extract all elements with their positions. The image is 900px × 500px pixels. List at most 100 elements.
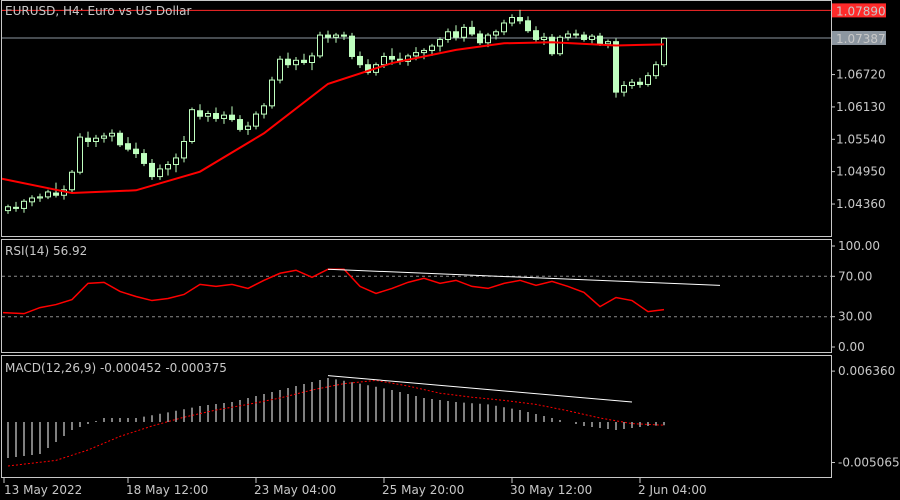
candle — [317, 31, 323, 59]
candle — [533, 26, 539, 42]
candle-body-up — [653, 64, 659, 77]
candle — [45, 189, 51, 200]
candle — [181, 136, 187, 163]
candle-body-up — [221, 114, 227, 119]
moving-average-line — [1, 41, 665, 195]
candle-body-up — [157, 168, 163, 178]
candle — [77, 133, 83, 175]
candle-body-down — [141, 153, 147, 164]
candle-body-up — [5, 206, 11, 212]
price-tick-label: 1.04360 — [836, 197, 886, 211]
candle — [69, 170, 75, 192]
candle — [325, 30, 331, 43]
candle — [85, 131, 91, 147]
candle-body-down — [349, 35, 355, 57]
candle-body-down — [477, 33, 483, 44]
time-tick-label: 25 May 20:00 — [382, 483, 464, 497]
candle-body-up — [309, 55, 315, 64]
price-tick-label: 1.05540 — [836, 132, 886, 146]
rsi-tick-label: 100.00 — [838, 239, 880, 253]
candle — [309, 52, 315, 71]
rsi-title: RSI(14) 56.92 — [5, 244, 87, 258]
time-tick-label: 13 May 2022 — [4, 483, 82, 497]
candle — [605, 39, 611, 49]
candle-body-down — [469, 26, 475, 35]
candle-body-down — [525, 20, 531, 32]
rsi-levels — [2, 275, 831, 318]
candle-body-down — [637, 81, 643, 85]
candle-body-down — [357, 55, 363, 66]
candle — [93, 134, 99, 147]
candle-body-up — [205, 113, 211, 117]
candle-body-up — [29, 197, 35, 203]
time-axis: 13 May 2022 18 May 12:00 23 May 04:00 25 Ma… — [3, 478, 707, 497]
candle — [661, 37, 667, 67]
candle — [109, 129, 115, 142]
candle — [613, 38, 619, 98]
candle — [629, 78, 635, 89]
candle-body-up — [557, 36, 563, 55]
candle — [621, 81, 627, 97]
candle — [213, 107, 219, 122]
candle — [509, 14, 515, 27]
time-tick-label: 30 May 12:00 — [510, 483, 592, 497]
candle-body-down — [125, 143, 131, 150]
candle-body-up — [77, 136, 83, 173]
candle-body-up — [541, 36, 547, 40]
candle-body-up — [445, 31, 451, 40]
candle — [525, 16, 531, 33]
candle — [125, 137, 131, 152]
candle-body-down — [85, 137, 91, 142]
candle — [437, 37, 443, 52]
candle-body-down — [13, 206, 19, 209]
candle — [5, 204, 11, 214]
candle — [165, 161, 171, 176]
price-tick-label: 1.06130 — [836, 100, 886, 114]
candle — [589, 33, 595, 44]
candle — [397, 52, 403, 65]
candle-body-down — [613, 41, 619, 93]
candle-body-down — [213, 113, 219, 119]
candle — [581, 31, 587, 42]
candle-body-up — [461, 26, 467, 38]
candle — [205, 110, 211, 122]
candle-body-up — [21, 200, 27, 209]
candle-body-down — [133, 148, 139, 155]
candle — [133, 142, 139, 158]
candle-body-down — [517, 17, 523, 22]
candle-body-up — [493, 31, 499, 36]
candle-body-down — [453, 31, 459, 38]
trading-chart[interactable]: 1.07890 1.07387 1.06720 1.06130 1.05540 1.049… — [0, 0, 900, 500]
candle — [477, 30, 483, 45]
candle-body-down — [301, 59, 307, 63]
candle — [293, 57, 299, 71]
macd-tick-label: 0.006360 — [838, 364, 895, 378]
candle — [445, 28, 451, 43]
candle-body-up — [101, 135, 107, 139]
candle-body-up — [261, 105, 267, 115]
candle — [157, 164, 163, 180]
candle-body-down — [237, 119, 243, 130]
macd-axis: 0.006360 -0.005065 — [831, 364, 900, 470]
candle-body-down — [341, 34, 347, 37]
candle — [141, 149, 147, 167]
chart-title: EURUSD, H4: Euro vs US Dollar — [5, 4, 191, 18]
candle-body-down — [533, 30, 539, 40]
candle-body-down — [149, 162, 155, 178]
candle-body-up — [589, 35, 595, 40]
candle — [29, 195, 35, 207]
candle-body-down — [197, 110, 203, 117]
price-panel-frame — [1, 0, 832, 237]
candles — [5, 9, 667, 214]
candle-body-up — [485, 34, 491, 44]
candle — [37, 193, 43, 202]
candle — [253, 111, 259, 130]
candle — [101, 132, 107, 143]
candle — [229, 106, 235, 122]
candle — [149, 159, 155, 180]
candle — [341, 31, 347, 41]
candle — [21, 199, 27, 213]
candle — [469, 20, 475, 37]
macd-bars — [7, 378, 665, 458]
price-tick-label: 1.04950 — [836, 165, 886, 179]
